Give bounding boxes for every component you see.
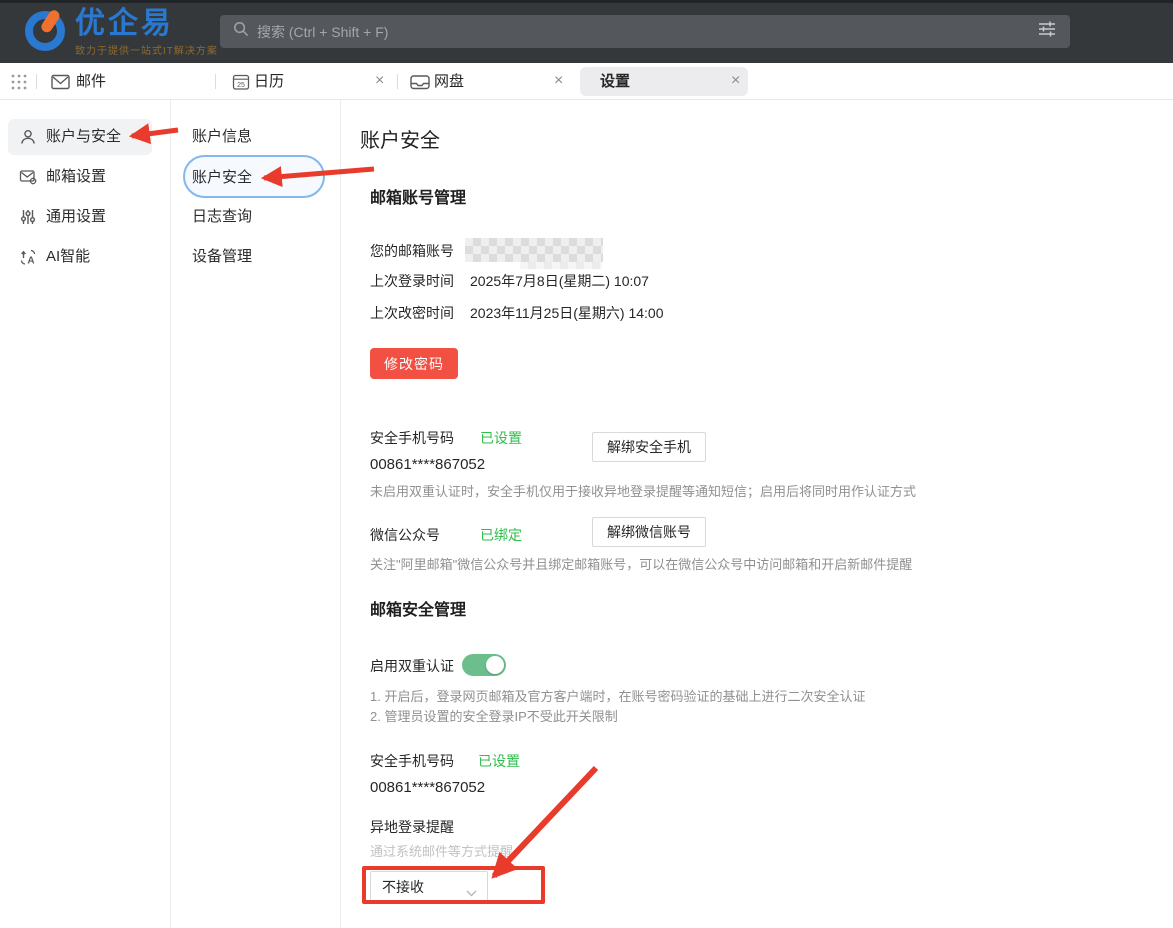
tab-divider [215, 74, 216, 89]
calendar-icon: 25 [232, 73, 250, 96]
twofactor-note-2: 2. 管理员设置的安全登录IP不受此开关限制 [370, 708, 618, 726]
top-header: 优企易 致力于提供一站式IT解决方案 搜索 (Ctrl + Shift + F) [0, 0, 1173, 63]
sidebar-item-ai[interactable]: A AI智能 [0, 239, 170, 275]
last-login-value: 2025年7月8日(星期二) 10:07 [470, 271, 649, 291]
subnav-item-account-security[interactable]: 账户安全 [192, 167, 252, 189]
section-heading-security: 邮箱安全管理 [370, 600, 466, 622]
remote-login-select[interactable]: 不接收 [370, 871, 488, 902]
app-logo[interactable]: 优企易 致力于提供一站式IT解决方案 [22, 7, 218, 58]
tab-drive-close-icon[interactable]: × [554, 71, 563, 91]
sidebar-item-mailbox-settings[interactable]: 邮箱设置 [0, 159, 170, 195]
email-account-label: 您的邮箱账号 [370, 241, 454, 261]
toggle-knob [486, 656, 504, 674]
sidebar-item-label: 邮箱设置 [46, 166, 106, 188]
search-placeholder: 搜索 (Ctrl + Shift + F) [257, 22, 1038, 42]
subnav-item-log-query[interactable]: 日志查询 [192, 206, 252, 228]
apps-grid-icon[interactable] [10, 73, 28, 96]
twofactor-toggle[interactable] [462, 654, 506, 676]
change-password-button[interactable]: 修改密码 [370, 348, 458, 379]
sidebar-divider [170, 100, 171, 928]
global-search-input[interactable]: 搜索 (Ctrl + Shift + F) [220, 15, 1070, 48]
section-heading-account: 邮箱账号管理 [370, 188, 466, 210]
security-phone-note: 未启用双重认证时，安全手机仅用于接收异地登录提醒等通知短信；启用后将同时用作认证… [370, 483, 916, 501]
sidebar-item-label: 账户与安全 [46, 126, 121, 148]
subnav-item-account-info[interactable]: 账户信息 [192, 126, 252, 148]
logo-text: 优企易 致力于提供一站式IT解决方案 [75, 8, 218, 57]
calendar-day-number: 25 [237, 82, 245, 89]
unbind-phone-button[interactable]: 解绑安全手机 [592, 432, 706, 462]
search-icon [233, 21, 249, 42]
security-phone-status-badge-2: 已设置 [478, 751, 520, 771]
app-tabbar: 邮件 25 日历 × 网盘 × 设置 × [0, 63, 1173, 100]
tab-settings-label: 设置 [600, 72, 630, 91]
twofactor-note-1: 1. 开启后，登录网页邮箱及官方客户端时，在账号密码验证的基础上进行二次安全认证 [370, 688, 865, 706]
user-icon [19, 128, 37, 151]
tab-divider [397, 74, 398, 89]
wechat-status-badge: 已绑定 [480, 525, 522, 545]
sidebar-item-label: AI智能 [46, 246, 90, 268]
wechat-note: 关注"阿里邮箱"微信公众号并且绑定邮箱账号，可以在微信公众号中访问邮箱和开启新邮… [370, 556, 912, 574]
chevron-down-icon [466, 884, 477, 902]
annotation-arrows [0, 0, 1173, 928]
twofactor-label: 启用双重认证 [370, 656, 454, 676]
tab-divider [36, 74, 37, 89]
svg-text:A: A [27, 256, 34, 267]
tab-settings-close-icon[interactable]: × [731, 71, 740, 91]
subnav-item-device-management[interactable]: 设备管理 [192, 246, 252, 268]
mail-icon [51, 74, 70, 95]
logo-tagline: 致力于提供一站式IT解决方案 [75, 42, 218, 57]
security-phone-label-2: 安全手机号码 [370, 751, 454, 771]
email-redacted-block [465, 238, 603, 262]
tab-drive[interactable]: 网盘 [434, 72, 464, 91]
logo-wordmark: 优企易 [75, 8, 218, 40]
last-password-change-label: 上次改密时间 [370, 303, 454, 323]
drive-icon [410, 75, 430, 95]
unbind-wechat-button[interactable]: 解绑微信账号 [592, 517, 706, 547]
last-login-label: 上次登录时间 [370, 271, 454, 291]
remote-login-select-value: 不接收 [382, 878, 424, 897]
logo-icon [22, 7, 68, 58]
tab-calendar[interactable]: 日历 [254, 72, 284, 91]
sidebar-item-general-settings[interactable]: 通用设置 [0, 199, 170, 235]
remote-login-label: 异地登录提醒 [370, 817, 454, 837]
remote-login-hint: 通过系统邮件等方式提醒 [370, 843, 513, 861]
app-window: 优企易 致力于提供一站式IT解决方案 搜索 (Ctrl + Shift + F) [0, 0, 1173, 928]
security-phone-status-badge: 已设置 [480, 428, 522, 448]
page-title: 账户安全 [360, 128, 440, 154]
tab-settings[interactable]: 设置 × [580, 67, 748, 96]
ai-icon: A [19, 248, 37, 271]
subnav-divider [340, 100, 341, 928]
mail-settings-icon [19, 168, 37, 191]
security-phone-number-2: 00861****867052 [370, 778, 485, 798]
security-phone-number: 00861****867052 [370, 455, 485, 475]
sidebar-item-label: 通用设置 [46, 206, 106, 228]
search-filter-icon[interactable] [1038, 20, 1056, 43]
sidebar-item-account-security[interactable]: 账户与安全 [0, 119, 170, 155]
tab-mail[interactable]: 邮件 [76, 72, 106, 91]
tab-calendar-close-icon[interactable]: × [375, 71, 384, 91]
email-redacted-block-2 [520, 262, 602, 269]
tune-sliders-icon [19, 208, 37, 231]
security-phone-label: 安全手机号码 [370, 428, 454, 448]
last-password-change-value: 2023年11月25日(星期六) 14:00 [470, 303, 664, 323]
wechat-label: 微信公众号 [370, 525, 440, 545]
